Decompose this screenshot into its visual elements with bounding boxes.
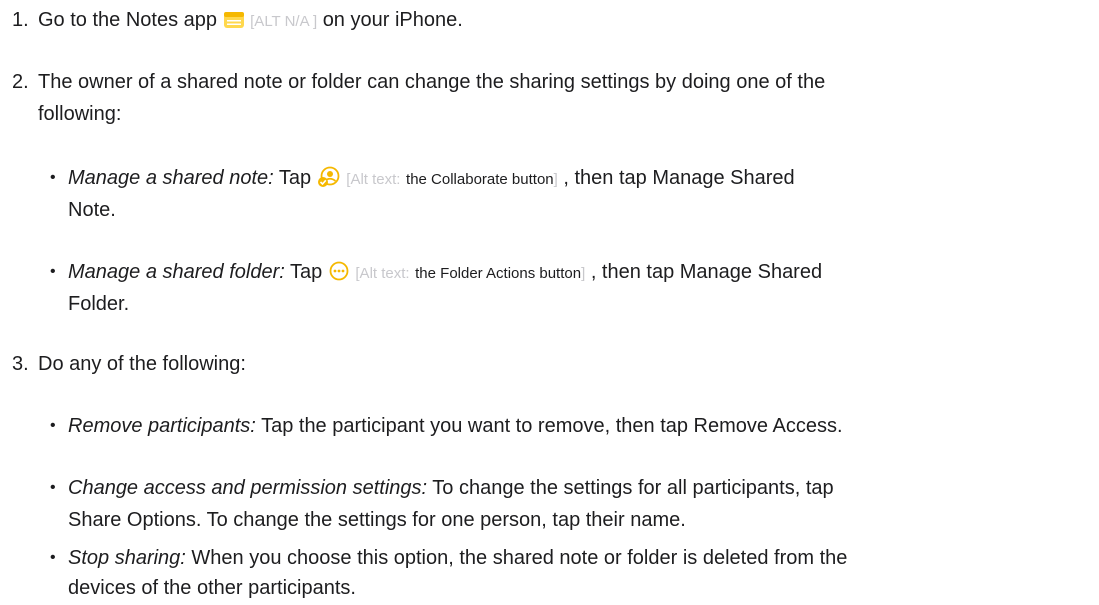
bullet-line-1: Manage a shared note: Tap [Alt text: the…: [68, 162, 1078, 198]
bullet-label: Manage a shared note:: [68, 167, 274, 189]
bullet-text-after: , then tap Manage Shared: [563, 167, 795, 189]
alt-text-suffix: ]: [581, 265, 586, 282]
bullet-dot: •: [50, 417, 56, 434]
bullet-line-2: Folder.: [68, 293, 130, 315]
bullet-dot: •: [50, 169, 56, 186]
tap-text: Tap: [278, 167, 312, 189]
bullet-line-2: Note.: [68, 199, 116, 221]
bullet-line-1: Manage a shared folder: Tap [Alt text: t…: [68, 256, 1078, 292]
bullet-line-2: devices of the other participants.: [68, 577, 356, 599]
step-number: 1.: [12, 9, 29, 31]
step-text-line-2: following:: [38, 103, 122, 125]
bullet-dot: •: [50, 549, 56, 566]
bullet-line-1: Change access and permission settings: T…: [68, 472, 1078, 504]
bullet-line-1: Stop sharing: When you choose this optio…: [68, 542, 1078, 574]
tap-text: Tap: [290, 261, 323, 283]
bullet-label: Remove participants:: [68, 415, 256, 437]
alt-text-prefix: [Alt text:: [355, 265, 410, 282]
bullet-label: Stop sharing:: [68, 547, 186, 569]
bullet-dot: •: [50, 479, 56, 496]
alt-text-value: the Collaborate button: [406, 171, 554, 188]
bullet-line-1: Remove participants: Tap the participant…: [68, 410, 1078, 442]
instructions-document: 1. Go to the Notes app [ALT N/A ] on you…: [0, 0, 1099, 605]
notes-app-icon: [223, 8, 245, 40]
alt-text-prefix: [Alt text:: [346, 171, 401, 188]
step-text: Go to the Notes app [ALT N/A ] on your i…: [38, 4, 1078, 40]
alt-text-value: the Folder Actions button: [415, 265, 582, 282]
alt-text: [ALT N/A ]: [250, 13, 318, 30]
step-text-before: Go to the Notes app: [38, 9, 218, 31]
bullet-text: To change the settings for all participa…: [432, 477, 834, 499]
bullet-dot: •: [50, 263, 56, 280]
bullet-line-2: Share Options. To change the settings fo…: [68, 509, 686, 531]
bullet-text-after: , then tap Manage Shared: [590, 261, 823, 283]
bullet-label: Manage a shared folder:: [68, 261, 285, 283]
step-number: 3.: [12, 353, 29, 375]
step-text: Do any of the following:: [38, 353, 246, 375]
bullet-label: Change access and permission settings:: [68, 477, 428, 499]
step-text-after: on your iPhone.: [322, 9, 463, 31]
bullet-text: Tap the participant you want to remove, …: [261, 415, 843, 437]
bullet-text: When you choose this option, the shared …: [191, 547, 848, 569]
step-number: 2.: [12, 71, 29, 93]
step-text-line-1: The owner of a shared note or folder can…: [38, 71, 826, 93]
alt-text-suffix: ]: [553, 171, 558, 188]
